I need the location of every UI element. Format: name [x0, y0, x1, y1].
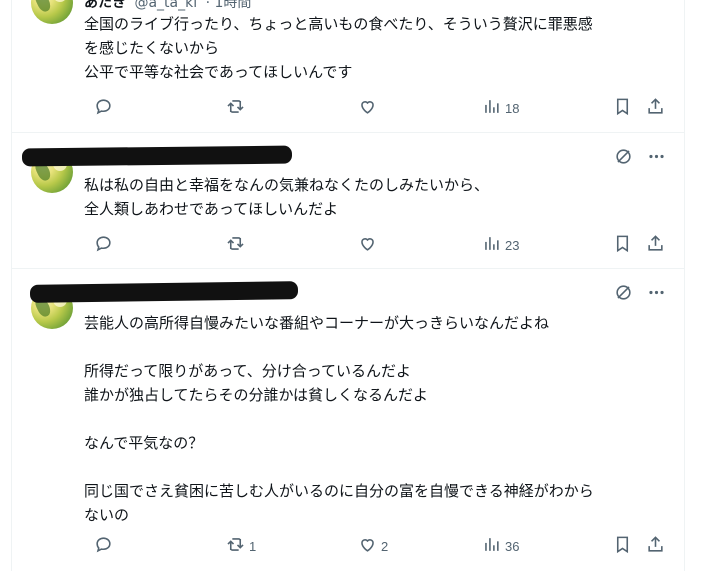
- reply-icon: [94, 234, 113, 257]
- views-button[interactable]: 18: [482, 96, 519, 120]
- tweet-time[interactable]: · 1時間: [206, 0, 252, 11]
- like-count: 2: [381, 538, 389, 554]
- views-icon: [482, 535, 501, 558]
- bookmark-icon: [613, 535, 632, 558]
- tweet-actions: 23: [84, 233, 674, 257]
- reply-icon: [94, 97, 113, 120]
- grok-icon[interactable]: [647, 0, 666, 1]
- heart-icon: [358, 97, 377, 120]
- share-icon: [646, 535, 665, 558]
- tweet[interactable]: あたき @a_ta_ki · 1時間 全国のライブ行ったり、ちょっと高いもの食べ…: [12, 0, 684, 132]
- like-button[interactable]: 2: [358, 534, 388, 558]
- author-handle[interactable]: @a_ta_ki: [134, 0, 197, 11]
- author-name[interactable]: あたき: [84, 0, 126, 11]
- more-icon[interactable]: [647, 283, 666, 302]
- share-button[interactable]: [646, 534, 665, 558]
- share-icon: [646, 234, 665, 257]
- tweet-actions: 1 2 36: [84, 534, 674, 558]
- bookmark-icon: [613, 234, 632, 257]
- retweet-button[interactable]: [226, 96, 249, 120]
- share-button[interactable]: [646, 233, 665, 257]
- avatar[interactable]: [31, 0, 73, 24]
- tweet-top-actions: [614, 283, 666, 302]
- grok-icon[interactable]: [614, 147, 633, 166]
- heart-icon: [358, 234, 377, 257]
- tweet-header: あたき @a_ta_ki · 1時間: [84, 0, 251, 12]
- tweet-text: 全国のライブ行ったり、ちょっと高いもの食べたり、そういう贅沢に罪悪感 を感じたく…: [84, 15, 593, 81]
- views-icon: [482, 234, 501, 257]
- bookmark-icon: [613, 97, 632, 120]
- timeline: あたき @a_ta_ki · 1時間 全国のライブ行ったり、ちょっと高いもの食べ…: [0, 0, 704, 571]
- retweet-button[interactable]: [226, 233, 249, 257]
- views-count: 23: [505, 237, 520, 253]
- reply-button[interactable]: [94, 96, 117, 120]
- views-button[interactable]: 23: [482, 233, 519, 257]
- timeline-border-right: [684, 0, 685, 571]
- views-icon: [482, 97, 501, 120]
- tweet-text: 芸能人の高所得自慢みたいな番組やコーナーが大っきらいなんだよね 所得だって限りが…: [84, 314, 594, 524]
- redacted-author: [21, 145, 293, 167]
- tweet[interactable]: 芸能人の高所得自慢みたいな番組やコーナーが大っきらいなんだよね 所得だって限りが…: [12, 269, 684, 571]
- like-button[interactable]: [358, 96, 381, 120]
- tweet[interactable]: 私は私の自由と幸福をなんの気兼ねなくたのしみたいから、 全人類しあわせであってほ…: [12, 133, 684, 268]
- tweet-actions: 18: [84, 96, 674, 120]
- reply-button[interactable]: [94, 534, 117, 558]
- retweet-icon: [226, 97, 245, 120]
- views-button[interactable]: 36: [482, 534, 519, 558]
- bookmark-button[interactable]: [613, 534, 632, 558]
- heart-icon: [358, 535, 377, 558]
- retweet-button[interactable]: 1: [226, 534, 256, 558]
- tweet-text: 私は私の自由と幸福をなんの気兼ねなくたのしみたいから、 全人類しあわせであってほ…: [84, 176, 490, 218]
- views-count: 18: [505, 100, 520, 116]
- bookmark-button[interactable]: [613, 233, 632, 257]
- views-count: 36: [505, 538, 520, 554]
- retweet-icon: [226, 234, 245, 257]
- redacted-author: [29, 281, 299, 303]
- retweet-count: 1: [249, 538, 257, 554]
- share-button[interactable]: [646, 96, 665, 120]
- grok-icon[interactable]: [614, 283, 633, 302]
- reply-button[interactable]: [94, 233, 117, 257]
- bookmark-button[interactable]: [613, 96, 632, 120]
- tweet-top-actions: [614, 147, 666, 166]
- tweet-top-actions: [647, 0, 666, 1]
- retweet-icon: [226, 535, 245, 558]
- more-icon[interactable]: [647, 147, 666, 166]
- like-button[interactable]: [358, 233, 381, 257]
- reply-icon: [94, 535, 113, 558]
- share-icon: [646, 97, 665, 120]
